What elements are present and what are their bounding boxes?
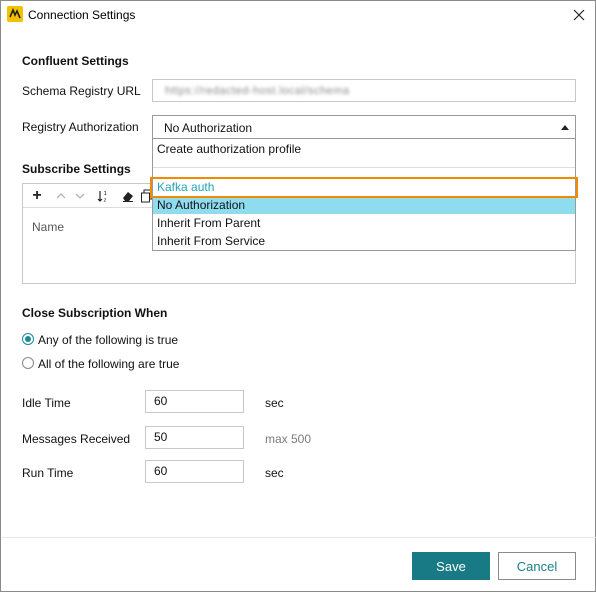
subscribe-settings-heading: Subscribe Settings	[22, 162, 131, 176]
svg-text:z: z	[104, 198, 107, 204]
dropdown-item-no-authorization[interactable]: No Authorization	[153, 196, 575, 214]
messages-received-hint: max 500	[265, 432, 312, 446]
schema-registry-url-label: Schema Registry URL	[22, 84, 141, 98]
footer-divider	[2, 537, 596, 538]
app-logo-icon	[7, 6, 23, 22]
run-time-input[interactable]: 60	[145, 460, 244, 483]
messages-received-label: Messages Received	[22, 432, 131, 446]
window-title: Connection Settings	[28, 8, 136, 22]
title-bar: Connection Settings	[1, 1, 595, 29]
chevron-up-icon[interactable]	[561, 125, 569, 130]
radio-all-true-label[interactable]: All of the following are true	[38, 357, 179, 371]
connection-settings-dialog: Connection Settings Confluent Settings S…	[0, 0, 596, 592]
run-time-label: Run Time	[22, 466, 74, 480]
svg-text:1: 1	[104, 191, 108, 197]
close-subscription-heading: Close Subscription When	[22, 306, 168, 320]
dropdown-item-kafka-auth[interactable]: Kafka auth	[153, 178, 575, 196]
cancel-button[interactable]: Cancel	[498, 552, 576, 580]
schema-registry-url-value: https://redacted-host.local/schema	[165, 85, 350, 97]
move-up-icon[interactable]	[53, 188, 69, 204]
registry-authorization-select[interactable]: No Authorization	[152, 115, 576, 139]
dropdown-item-inherit-service[interactable]: Inherit From Service	[153, 232, 575, 250]
authorization-dropdown-list: Create authorization profile Kafka auth …	[152, 139, 576, 251]
dropdown-item-create-profile[interactable]: Create authorization profile	[153, 140, 575, 158]
radio-any-true[interactable]	[22, 333, 34, 345]
registry-authorization-value: No Authorization	[164, 121, 253, 135]
run-time-unit: sec	[265, 466, 284, 480]
name-column-header[interactable]: Name	[32, 220, 64, 234]
idle-time-input[interactable]: 60	[145, 390, 244, 413]
close-icon[interactable]	[567, 4, 591, 26]
save-button[interactable]: Save	[412, 552, 490, 580]
idle-time-unit: sec	[265, 396, 284, 410]
add-icon[interactable]: +	[29, 187, 45, 204]
radio-all-true[interactable]	[22, 357, 34, 369]
messages-received-input[interactable]: 50	[145, 426, 244, 449]
sort-icon[interactable]: 1z	[96, 188, 112, 204]
radio-any-true-label[interactable]: Any of the following is true	[38, 333, 178, 347]
idle-time-label: Idle Time	[22, 396, 71, 410]
eraser-icon[interactable]	[120, 188, 136, 204]
move-down-icon[interactable]	[72, 188, 88, 204]
registry-authorization-label: Registry Authorization	[22, 120, 139, 134]
confluent-settings-heading: Confluent Settings	[22, 54, 129, 68]
dropdown-item-inherit-parent[interactable]: Inherit From Parent	[153, 214, 575, 232]
schema-registry-url-input[interactable]: https://redacted-host.local/schema	[152, 79, 576, 102]
dropdown-separator	[153, 167, 575, 168]
